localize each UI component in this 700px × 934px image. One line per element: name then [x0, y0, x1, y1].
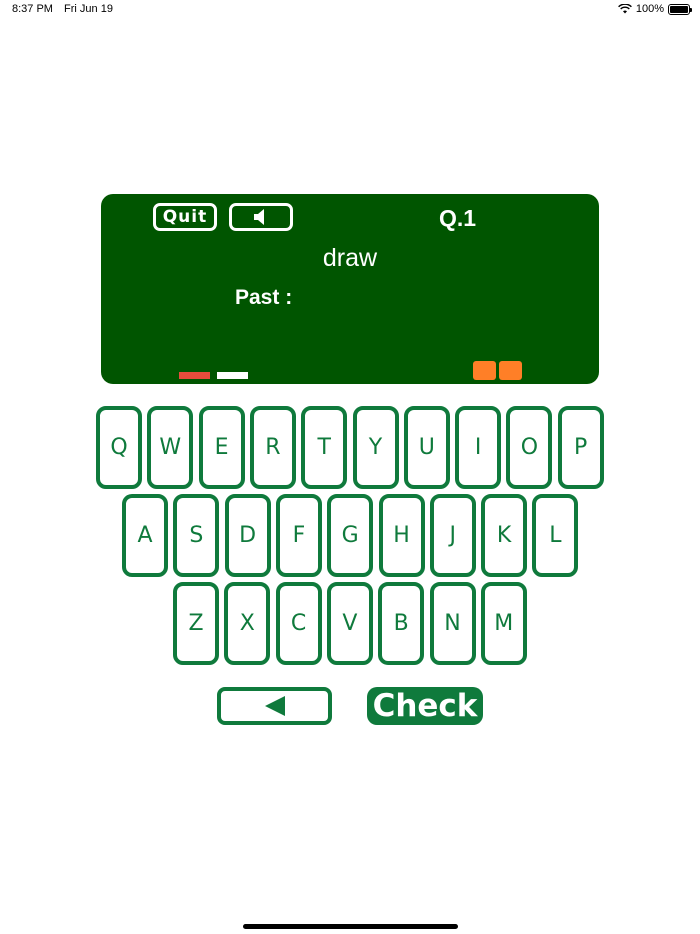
- eraser-icon[interactable]: [473, 361, 522, 380]
- key-a[interactable]: A: [122, 494, 168, 577]
- status-left: 8:37 PM Fri Jun 19: [12, 3, 121, 15]
- battery-icon: [668, 3, 692, 15]
- key-i[interactable]: I: [455, 406, 502, 489]
- key-u[interactable]: U: [403, 406, 450, 489]
- key-z[interactable]: Z: [173, 582, 219, 665]
- eraser-half-left: [473, 361, 496, 380]
- key-q[interactable]: Q: [96, 406, 142, 489]
- key-b[interactable]: B: [378, 582, 425, 665]
- wifi-icon: [617, 4, 632, 14]
- status-right: 100%: [617, 3, 692, 15]
- progress-segment: [217, 372, 248, 379]
- key-k[interactable]: K: [481, 494, 528, 577]
- target-word: draw: [322, 244, 378, 272]
- key-w[interactable]: W: [147, 406, 194, 489]
- status-date: Fri Jun 19: [64, 3, 113, 15]
- key-n[interactable]: N: [429, 582, 476, 665]
- battery-fill: [670, 5, 688, 13]
- key-m[interactable]: M: [480, 582, 527, 665]
- progress-indicator: [179, 372, 248, 379]
- progress-segment: [179, 372, 210, 379]
- key-y[interactable]: Y: [352, 406, 399, 489]
- battery-percent: 100%: [635, 3, 664, 15]
- eraser-half-right: [499, 361, 522, 380]
- key-o[interactable]: O: [506, 406, 553, 489]
- speaker-icon: [254, 209, 264, 225]
- key-d[interactable]: D: [224, 494, 271, 577]
- key-g[interactable]: G: [327, 494, 374, 577]
- status-bar: 8:37 PM Fri Jun 19 100%: [0, 0, 700, 18]
- sound-button[interactable]: [229, 203, 293, 231]
- key-e[interactable]: E: [198, 406, 245, 489]
- question-number: Q.1: [439, 205, 477, 231]
- key-c[interactable]: C: [275, 582, 322, 665]
- quit-button[interactable]: Quit: [153, 203, 217, 231]
- key-h[interactable]: H: [378, 494, 425, 577]
- key-x[interactable]: X: [224, 582, 271, 665]
- key-s[interactable]: S: [173, 494, 220, 577]
- backspace-button[interactable]: [217, 687, 332, 725]
- check-button[interactable]: Check: [367, 687, 483, 725]
- key-f[interactable]: F: [275, 494, 322, 577]
- key-p[interactable]: P: [557, 406, 604, 489]
- status-time: 8:37 PM: [12, 3, 53, 15]
- key-v[interactable]: V: [326, 582, 373, 665]
- key-t[interactable]: T: [301, 406, 348, 489]
- prompt-label: Past :: [235, 286, 293, 309]
- left-triangle-icon: [264, 696, 285, 716]
- home-indicator: [243, 924, 458, 929]
- key-j[interactable]: J: [429, 494, 476, 577]
- question-board: Quit Q.1 draw Past :: [101, 194, 599, 384]
- key-l[interactable]: L: [532, 494, 579, 577]
- key-r[interactable]: R: [249, 406, 296, 489]
